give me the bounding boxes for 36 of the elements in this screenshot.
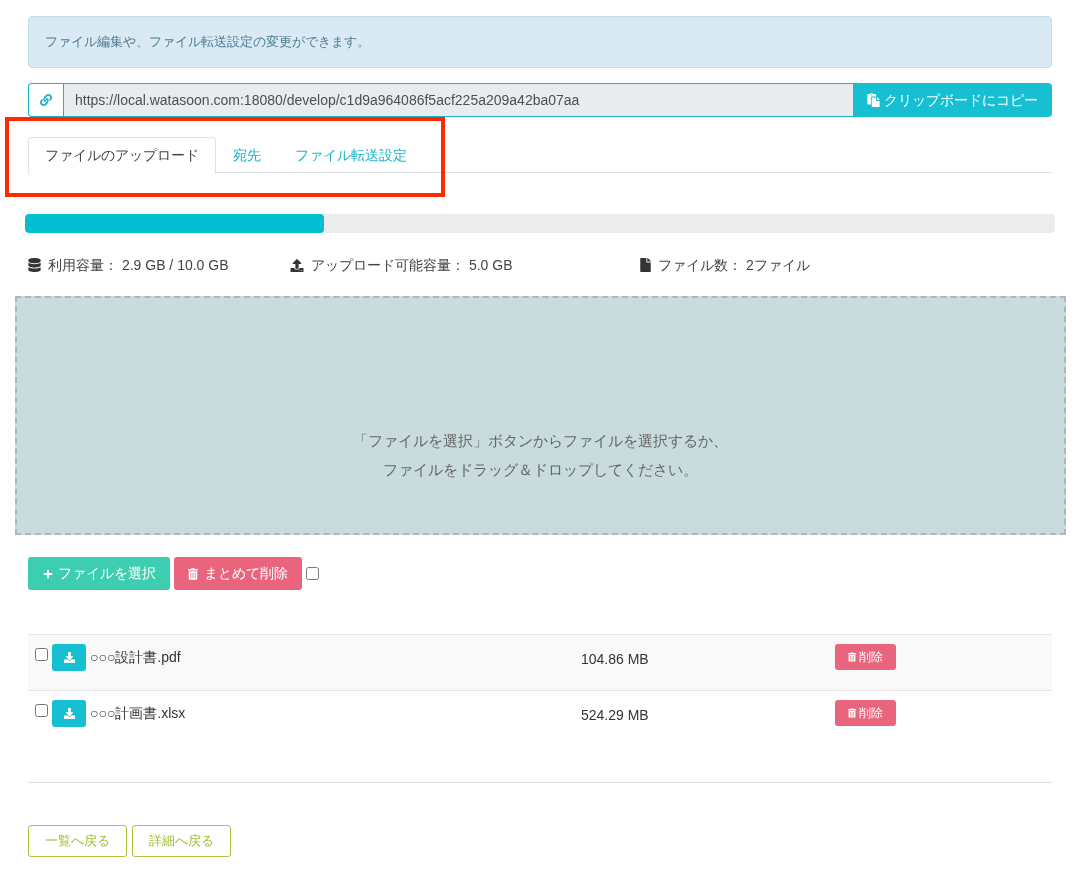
back-button[interactable]: 詳細へ戻る: [132, 825, 231, 857]
paste-icon: [867, 93, 880, 107]
delete-button[interactable]: 削除: [835, 700, 896, 726]
drop-zone[interactable]: 「ファイルを選択」ボタンからファイルを選択するか、 ファイルをドラッグ＆ドロップしてください。: [15, 296, 1066, 535]
database-icon: [28, 258, 41, 272]
tab[interactable]: 宛先: [216, 137, 278, 173]
stat-text: 利用容量： 2.9 GB / 10.0 GB: [48, 255, 229, 275]
file-name: ○○○計画書.xlsx: [90, 704, 186, 723]
tab[interactable]: ファイルのアップロード: [28, 137, 216, 174]
download-icon: [63, 708, 75, 719]
file-name: ○○○設計書.pdf: [90, 648, 181, 667]
url-field[interactable]: https://local.watasoon.com:18080/develop/c1d9a964086f5acf225a209a42ba07aa: [63, 83, 853, 117]
trash-icon: [848, 652, 856, 662]
upload-icon: [290, 258, 304, 272]
file-checkbox[interactable]: [35, 648, 48, 661]
tab[interactable]: ファイル転送設定: [278, 137, 424, 173]
select-all-checkbox[interactable]: [306, 567, 319, 580]
stat-text: ファイル数： 2ファイル: [658, 255, 810, 275]
copy-to-clipboard-button[interactable]: クリップボードにコピー: [853, 83, 1052, 117]
drop-instruction-text: 「ファイルを選択」ボタンからファイルを選択するか、: [353, 431, 728, 451]
stat-text: アップロード可能容量： 5.0 GB: [311, 255, 513, 275]
select-files-button[interactable]: ファイルを選択: [28, 557, 170, 590]
trash-icon: [188, 567, 198, 580]
file-checkbox[interactable]: [35, 704, 48, 717]
link-icon: [40, 94, 52, 106]
download-icon: [63, 652, 75, 663]
file-size: 524.29 MB: [581, 707, 649, 723]
delete-button[interactable]: 削除: [835, 644, 896, 670]
drop-instruction-text: ファイルをドラッグ＆ドロップしてください。: [383, 460, 698, 480]
back-button[interactable]: 一覧へ戻る: [28, 825, 127, 857]
bulk-delete-button[interactable]: まとめて削除: [174, 557, 302, 590]
file-icon: [640, 258, 651, 272]
file-size: 104.86 MB: [581, 651, 649, 667]
plus-icon: [42, 568, 53, 579]
info-notice: ファイル編集や、ファイル転送設定の変更ができます。: [28, 16, 1052, 68]
trash-icon: [848, 708, 856, 718]
